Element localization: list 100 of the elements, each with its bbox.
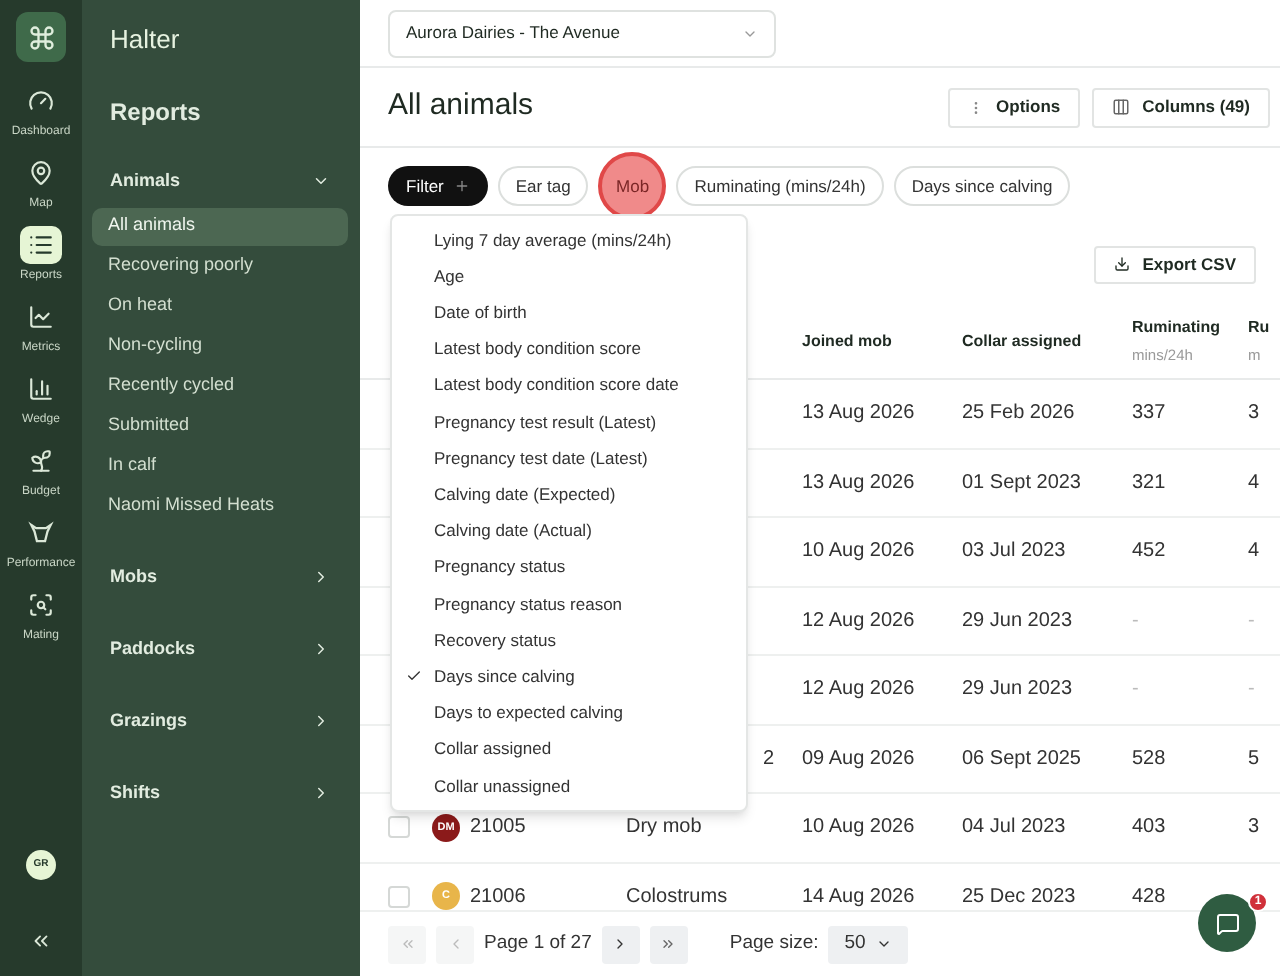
filter-button[interactable]: Filter bbox=[388, 166, 488, 206]
chevron-right-icon bbox=[312, 712, 330, 730]
section-header[interactable]: Grazings bbox=[92, 697, 348, 745]
table-cell-text: 2 bbox=[762, 745, 774, 774]
menu-item[interactable]: Calving date (Actual) bbox=[392, 513, 746, 550]
table-cell-text: 452 bbox=[1132, 538, 1166, 567]
page-title: All animals bbox=[388, 86, 534, 127]
menu-item[interactable]: Latest body condition score bbox=[392, 331, 746, 368]
row-checkbox[interactable] bbox=[388, 885, 410, 908]
chat-icon bbox=[1215, 911, 1239, 935]
download-icon bbox=[1114, 256, 1131, 272]
check-icon bbox=[405, 668, 421, 685]
column-header[interactable]: Ru bbox=[1248, 315, 1276, 340]
table-cell-text: 10 Aug 2026 bbox=[802, 814, 915, 843]
filter-chip[interactable]: Days since calving bbox=[893, 166, 1071, 206]
sidebar-item[interactable]: On heat bbox=[92, 287, 348, 325]
sidebar-item[interactable]: Submitted bbox=[92, 407, 348, 445]
table-cell-text: 5 bbox=[1248, 745, 1260, 774]
options-button[interactable]: Options bbox=[948, 87, 1081, 127]
menu-item[interactable]: Recovery status bbox=[392, 622, 746, 659]
menu-item[interactable]: Pregnancy test result (Latest) bbox=[392, 403, 746, 441]
filter-chip[interactable]: Ear tag bbox=[497, 166, 589, 206]
map-pin-icon bbox=[27, 160, 54, 186]
menu-item[interactable]: Collar assigned bbox=[392, 731, 746, 768]
table-cell-text: 01 Sept 2023 bbox=[962, 469, 1081, 498]
filter-chip[interactable]: Mob bbox=[598, 152, 667, 220]
table-cell-text: - bbox=[1132, 676, 1139, 705]
sprout-icon bbox=[27, 448, 54, 474]
table-cell-text: Colostrums bbox=[626, 883, 728, 910]
table-cell-text: 428 bbox=[1132, 883, 1166, 910]
column-header[interactable]: Ruminating bbox=[1132, 315, 1248, 340]
table-cell-text: 10 Aug 2026 bbox=[802, 538, 915, 567]
ear-tag[interactable]: 21005 bbox=[470, 812, 526, 843]
table-cell-text: 337 bbox=[1132, 400, 1166, 429]
brand-name: Halter bbox=[110, 22, 182, 58]
sidebar-item[interactable]: In calf bbox=[92, 447, 348, 485]
sidebar-item[interactable]: All animals bbox=[92, 207, 348, 245]
table-cell-text: - bbox=[1248, 676, 1255, 705]
sidebar-item[interactable]: Naomi Missed Heats bbox=[92, 487, 348, 525]
row-checkbox[interactable] bbox=[388, 816, 410, 839]
menu-item[interactable]: Pregnancy status bbox=[392, 549, 746, 586]
section-header[interactable]: Animals bbox=[92, 157, 348, 205]
table-cell-text: 25 Dec 2023 bbox=[962, 883, 1076, 910]
section-header[interactable]: Mobs bbox=[92, 553, 348, 601]
logo-glyph-icon bbox=[27, 23, 55, 51]
table-cell-text: 403 bbox=[1132, 814, 1166, 843]
table-cell-text: 3 bbox=[1248, 400, 1260, 429]
chevron-right-icon bbox=[312, 784, 330, 802]
table-cell-text: 12 Aug 2026 bbox=[802, 607, 915, 636]
menu-item[interactable]: Pregnancy status reason bbox=[392, 585, 746, 623]
sidebar-item[interactable]: Non-cycling bbox=[92, 327, 348, 365]
table-cell-text: 12 Aug 2026 bbox=[802, 676, 915, 705]
menu-item[interactable]: Latest body condition score date bbox=[392, 367, 746, 404]
ear-tag[interactable]: 21006 bbox=[470, 881, 526, 910]
table-cell-text: 04 Jul 2023 bbox=[962, 814, 1066, 843]
table-cell-text: Dry mob bbox=[626, 814, 702, 843]
sidebar-item[interactable]: Recently cycled bbox=[92, 367, 348, 405]
column-header[interactable]: Joined mob bbox=[802, 329, 962, 353]
table-cell-text: 4 bbox=[1248, 469, 1260, 498]
column-header[interactable]: Collar assigned bbox=[962, 329, 1132, 353]
menu-item[interactable]: Lying 7 day average (mins/24h) bbox=[392, 222, 746, 259]
table-cell-text: 29 Jun 2023 bbox=[962, 676, 1073, 705]
export-csv-button[interactable]: Export CSV bbox=[1094, 245, 1256, 283]
menu-item[interactable]: Days to expected calving bbox=[392, 694, 746, 732]
collapse-icon[interactable] bbox=[30, 930, 52, 952]
columns-button[interactable]: Columns (49) bbox=[1092, 87, 1270, 127]
page-size-label: Page size: bbox=[729, 929, 819, 958]
menu-item[interactable]: Calving date (Expected) bbox=[392, 476, 746, 513]
filter-chip[interactable]: Ruminating (mins/24h) bbox=[676, 166, 884, 206]
list-icon bbox=[27, 232, 54, 258]
sidebar-title: Reports bbox=[110, 95, 203, 129]
plus-icon bbox=[453, 178, 470, 194]
menu-item[interactable]: Date of birth bbox=[392, 294, 746, 332]
rail-nav-button[interactable] bbox=[19, 226, 62, 264]
menu-item[interactable]: Pregnancy test date (Latest) bbox=[392, 440, 746, 477]
double-chevron-right-icon bbox=[660, 936, 677, 952]
menu-item[interactable]: Age bbox=[392, 258, 746, 295]
bar-chart-icon bbox=[27, 376, 54, 402]
sidebar-item[interactable]: Recovering poorly bbox=[92, 247, 348, 285]
table-cell-text: - bbox=[1132, 607, 1139, 636]
page-indicator: Page 1 of 27 bbox=[484, 929, 592, 958]
cow-head-icon bbox=[27, 520, 54, 546]
chevron-down-icon bbox=[312, 172, 330, 190]
table-cell-text: 4 bbox=[1248, 538, 1260, 567]
table-cell-text: 09 Aug 2026 bbox=[802, 745, 915, 774]
table-cell-text: 528 bbox=[1132, 745, 1166, 774]
gauge-icon bbox=[27, 88, 54, 114]
caret-icon bbox=[875, 936, 892, 952]
app-logo[interactable] bbox=[16, 12, 66, 62]
page-size-select[interactable]: 50 bbox=[828, 925, 908, 963]
menu-item[interactable]: Collar unassigned bbox=[392, 767, 746, 804]
table-cell-text: 13 Aug 2026 bbox=[802, 469, 915, 498]
menu-item[interactable]: Days since calving bbox=[392, 658, 746, 695]
magnifier-icon bbox=[27, 592, 54, 618]
table-cell-text: 25 Feb 2026 bbox=[962, 400, 1075, 429]
farm-select[interactable]: Aurora Dairies - The Avenue bbox=[388, 9, 776, 57]
line-chart-icon bbox=[27, 304, 54, 330]
chevron-right-icon bbox=[312, 640, 330, 658]
section-header[interactable]: Shifts bbox=[92, 769, 348, 817]
section-header[interactable]: Paddocks bbox=[92, 625, 348, 673]
